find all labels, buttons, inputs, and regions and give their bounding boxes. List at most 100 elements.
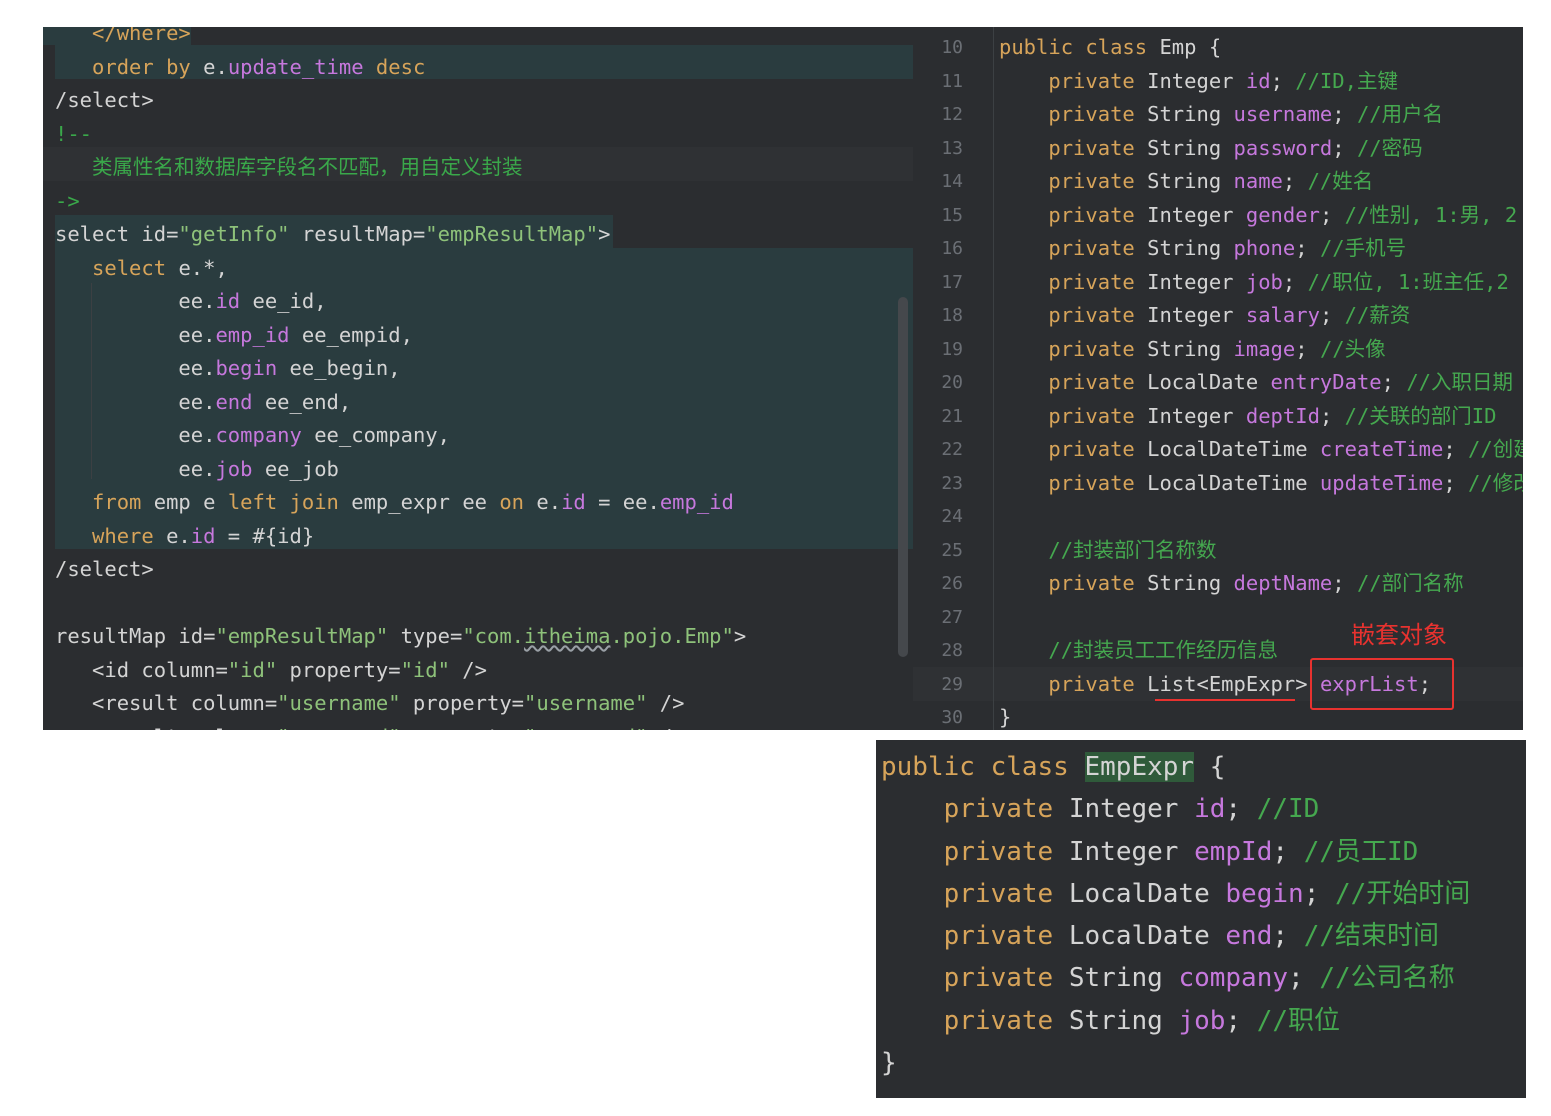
code-token: //开始时间 [1335,878,1471,909]
code-token: phone [1233,236,1296,260]
code-token: gender [1245,202,1320,227]
code-line[interactable]: <result column="password" property="pass… [55,721,746,731]
code-token: public class [881,752,1085,782]
code-line[interactable]: private String image; //头像 [999,333,1523,367]
code-token: ; [1332,102,1357,126]
code-line[interactable]: private Integer deptId; //关联的部门ID [999,400,1523,434]
xml-editor-panel: </where> order by e.update_time desc/sel… [43,27,913,730]
code-line[interactable]: <result column="username" property="user… [55,687,746,721]
code-line[interactable]: public class EmpExpr { [881,746,1470,788]
code-token: //ID,主键 [1295,68,1398,93]
code-line[interactable]: private Integer job; //职位, 1:班主任,2 [999,266,1523,300]
code-token: ; [1303,878,1335,909]
code-line[interactable]: from emp e left join emp_expr ee on e.id… [55,486,746,520]
code-token: begin [215,356,278,380]
code-line[interactable]: private LocalDate begin; //开始时间 [881,873,1471,915]
code-line[interactable]: ee.company ee_company, [55,419,746,453]
code-token: String [1147,135,1234,160]
code-token: updateTime [1319,470,1444,495]
code-token: update_time [227,54,364,79]
code-line[interactable]: private LocalDateTime updateTime; //修改 [999,467,1523,501]
code-line[interactable]: private String company; //公司名称 [881,957,1470,999]
code-token: LocalDateTime [1147,437,1320,461]
code-line[interactable]: order by e.update_time desc [55,51,746,85]
code-token: ; [1270,68,1296,93]
line-number: 12 [941,104,963,125]
code-token: ; [1295,336,1320,361]
code-line[interactable]: ee.begin ee_begin, [55,352,746,386]
code-line[interactable] [999,500,1523,534]
line-number: 24 [941,506,963,527]
code-line[interactable]: private String username; //用户名 [999,98,1523,132]
code-token: type= [388,624,463,648]
code-token: ee. [178,389,216,414]
annotation-label: 嵌套对象 [1351,621,1447,649]
code-line[interactable]: 类属性名和数据库字段名不匹配，用自定义封装 [55,151,746,185]
code-line[interactable]: private String name; //姓名 [999,165,1523,199]
code-token: id [561,490,586,514]
code-token: company [215,423,302,447]
code-token: ee_company, [301,423,450,447]
code-line[interactable]: ee.id ee_id, [55,285,746,319]
code-line[interactable]: } [881,1042,1470,1084]
code-token: //员工ID [1303,836,1419,867]
code-token: "id" [400,657,450,682]
code-token: { [1194,752,1226,782]
line-number: 26 [941,573,963,594]
code-line[interactable]: private Integer id; //ID,主键 [999,65,1523,99]
code-token: EmpExpr [1084,752,1195,782]
code-line[interactable]: where e.id = #{id} [55,520,746,554]
code-line[interactable]: select id="getInfo" resultMap="empResult… [55,218,746,252]
gutter-divider [993,27,994,730]
code-line[interactable]: </where> [55,27,746,51]
code-line[interactable]: select e.*, [55,252,746,286]
code-line[interactable]: ee.end ee_end, [55,386,746,420]
code-line[interactable]: <id column="id" property="id" /> [55,654,746,688]
code-line[interactable]: private String deptName; //部门名称 [999,567,1523,601]
code-line[interactable]: private Integer empId; //员工ID [881,831,1470,873]
code-token: "empResultMap" [425,222,599,246]
code-token: property= [277,657,401,682]
code-line[interactable]: ee.emp_id ee_empid, [55,319,746,353]
code-line[interactable]: private LocalDateTime createTime; //创建 [999,433,1523,467]
code-line[interactable]: ee.job ee_job [55,453,746,487]
code-line[interactable]: private String password; //密码 [999,132,1523,166]
code-line[interactable]: private String job; //职位 [881,1000,1470,1042]
code-line[interactable] [55,587,746,621]
code-line[interactable]: private Integer id; //ID [881,788,1470,830]
code-line[interactable]: private String phone; //手机号 [999,232,1523,266]
code-line[interactable]: !-- [55,118,746,152]
code-line[interactable]: /select> [55,84,746,118]
code-line[interactable]: private LocalDate entryDate; //入职日期 [999,366,1523,400]
xml-code-lines[interactable]: </where> order by e.update_time desc/sel… [55,27,746,730]
code-line[interactable]: //封装部门名称数 [999,534,1523,568]
code-token: String [1147,169,1234,193]
code-line[interactable]: -> [55,185,746,219]
code-line[interactable]: resultMap id="empResultMap" type="com.it… [55,620,746,654]
code-token: !-- [55,121,93,146]
underline-mark [1155,699,1295,701]
code-token: private [1048,202,1148,227]
code-line[interactable]: private LocalDate end; //结束时间 [881,915,1470,957]
code-token: end [1225,921,1273,952]
code-token: private [1048,236,1148,260]
scrollbar-thumb[interactable] [898,297,908,657]
code-token: //关联的部门ID [1344,403,1497,428]
code-line[interactable]: public class Emp { [999,31,1523,65]
code-line[interactable]: private Integer salary; //薪资 [999,299,1523,333]
code-token: //性别, 1:男, 2 [1344,202,1518,227]
code-line[interactable]: private Integer gender; //性别, 1:男, 2 [999,199,1523,233]
code-token: LocalDate [1147,370,1271,394]
code-token: username [1233,102,1333,126]
code-token: "username" [277,691,401,715]
code-token: /select> [55,88,154,112]
code-line[interactable]: /select> [55,553,746,587]
empexpr-code-lines[interactable]: public class EmpExpr { private Integer i… [881,746,1470,1084]
